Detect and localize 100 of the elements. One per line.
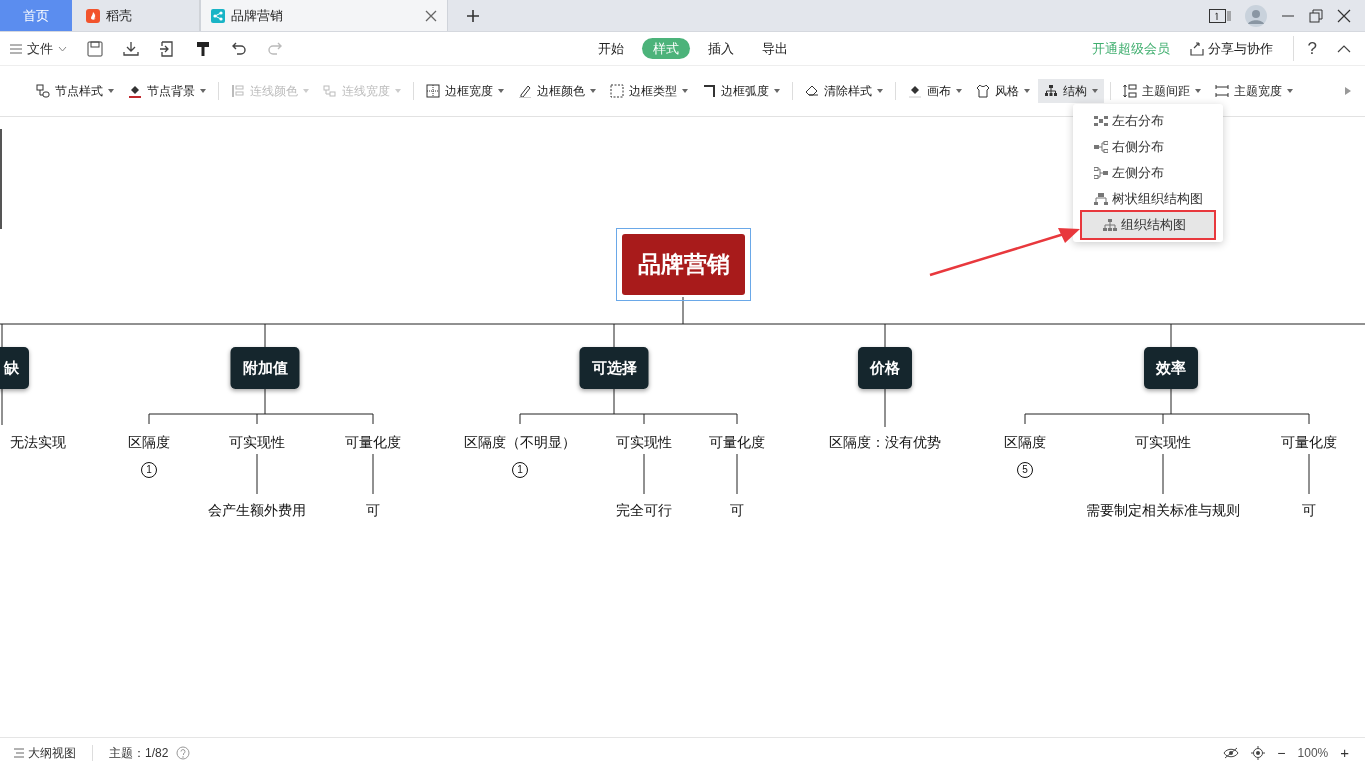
layout-icon <box>1094 115 1108 127</box>
topic-label[interactable]: 需要制定相关标准与规则 <box>1086 499 1240 521</box>
share-button[interactable]: 分享与协作 <box>1189 38 1273 59</box>
help-button[interactable]: ? <box>1292 35 1317 62</box>
caret-icon <box>108 89 114 93</box>
topic-label[interactable]: 可量化度 <box>709 431 765 453</box>
share-nodes-icon <box>211 8 225 23</box>
menu-tab[interactable]: 开始 <box>588 38 634 59</box>
toolbar-button[interactable]: 边框类型 <box>604 79 694 103</box>
topic-label[interactable]: 可 <box>366 499 380 521</box>
toolbar-button[interactable]: 主题间距 <box>1117 79 1207 103</box>
caret-icon <box>200 89 206 93</box>
outline-view-button[interactable]: 大纲视图 <box>14 744 76 762</box>
menu-item[interactable]: 组织结构图 <box>1082 212 1214 238</box>
add-tab-icon[interactable] <box>466 8 480 23</box>
menu-icon <box>10 43 22 54</box>
toolbar-button[interactable]: 主题宽度 <box>1209 79 1299 103</box>
flame-icon <box>86 8 100 23</box>
menu-item[interactable]: 左右分布 <box>1073 108 1223 134</box>
toolbar-button[interactable]: 边框颜色 <box>512 79 602 103</box>
topic-label[interactable]: 会产生额外费用 <box>208 499 306 521</box>
restore-icon[interactable] <box>1309 8 1323 23</box>
file-menu-button[interactable]: 文件 <box>10 38 67 59</box>
caret-icon <box>395 89 401 93</box>
save-icon[interactable] <box>87 40 103 57</box>
more-icon[interactable] <box>1345 87 1351 95</box>
tool-icon <box>908 84 922 98</box>
menu-tab[interactable]: 插入 <box>698 38 744 59</box>
locate-icon[interactable] <box>1251 746 1266 760</box>
undo-icon[interactable] <box>231 40 247 57</box>
hide-icon[interactable] <box>1223 747 1240 759</box>
topic-count: 主题：1/82 <box>109 745 169 762</box>
branch-node[interactable]: 价格 <box>858 347 912 389</box>
menu-tab[interactable]: 导出 <box>752 38 798 59</box>
toolbar-button[interactable]: 节点背景 <box>122 79 212 103</box>
tool-icon <box>1215 84 1229 98</box>
topic-label[interactable]: 可 <box>1302 499 1316 521</box>
zoom-in-button[interactable]: + <box>1340 741 1349 765</box>
close-icon[interactable] <box>425 9 437 22</box>
menu-item[interactable]: 左侧分布 <box>1073 160 1223 186</box>
branch-node[interactable]: 效率 <box>1144 347 1198 389</box>
connector-line <box>736 453 738 495</box>
connector-line <box>1308 453 1310 495</box>
toolbar-button[interactable]: 风格 <box>970 79 1036 103</box>
topic-label[interactable]: 完全可行 <box>616 499 672 521</box>
format-painter-icon[interactable] <box>195 40 211 57</box>
branch-node[interactable]: 附加值 <box>230 347 300 389</box>
caret-icon <box>303 89 309 93</box>
topic-label[interactable]: 区隔度：没有优势 <box>829 431 941 453</box>
topic-label[interactable]: 可实现性 <box>1135 431 1191 453</box>
download-icon[interactable] <box>123 40 139 57</box>
caret-icon <box>1024 89 1030 93</box>
layout-icon <box>1094 141 1108 153</box>
tool-icon <box>426 84 440 98</box>
zoom-out-button[interactable]: − <box>1277 742 1286 764</box>
caret-icon <box>1195 89 1201 93</box>
menu-item[interactable]: 右侧分布 <box>1073 134 1223 160</box>
zoom-level: 100% <box>1297 745 1329 762</box>
tool-icon <box>976 84 990 98</box>
toolbar-button[interactable]: 画布 <box>902 79 968 103</box>
caret-icon <box>1287 89 1293 93</box>
collapse-icon[interactable] <box>1337 43 1351 54</box>
tool-icon <box>702 84 716 98</box>
connector-line <box>1 388 3 426</box>
tab[interactable]: 品牌营销 <box>200 0 448 31</box>
menu-item[interactable]: 树状组织结构图 <box>1073 186 1223 212</box>
layout-icon <box>1103 219 1117 231</box>
connector-line <box>884 388 886 428</box>
caret-icon <box>877 89 883 93</box>
topic-label[interactable]: 可量化度 <box>1281 431 1337 453</box>
toolbar-button[interactable]: 清除样式 <box>799 79 889 103</box>
tool-icon <box>323 84 337 98</box>
topic-label[interactable]: 区隔度 <box>128 431 170 453</box>
tool-icon <box>1123 84 1137 98</box>
connector-line <box>256 453 258 495</box>
branch-node[interactable]: 缺 <box>0 347 29 389</box>
close-icon[interactable] <box>1337 8 1351 23</box>
toolbar-button[interactable]: 节点样式 <box>30 79 120 103</box>
topic-label[interactable]: 可实现性 <box>616 431 672 453</box>
topic-label[interactable]: 可量化度 <box>345 431 401 453</box>
topic-label[interactable]: 可 <box>730 499 744 521</box>
topic-label[interactable]: 区隔度 <box>1004 431 1046 453</box>
toolbar-button[interactable]: 边框宽度 <box>420 79 510 103</box>
topic-label[interactable]: 区隔度（不明显） <box>464 431 576 453</box>
layout-icon <box>1094 193 1108 205</box>
topic-label[interactable]: 可实现性 <box>229 431 285 453</box>
caret-icon <box>774 89 780 93</box>
caret-icon <box>956 89 962 93</box>
list-icon <box>14 748 24 758</box>
topic-label[interactable]: 无法实现 <box>10 431 66 453</box>
tool-icon <box>518 84 532 98</box>
tool-icon <box>1044 84 1058 98</box>
tool-icon <box>231 84 245 98</box>
toolbar-button[interactable]: 结构 <box>1038 79 1104 103</box>
toolbar-button[interactable]: 边框弧度 <box>696 79 786 103</box>
window-count-icon[interactable] <box>1209 8 1231 23</box>
export-icon[interactable] <box>159 40 175 57</box>
branch-node[interactable]: 可选择 <box>579 347 649 389</box>
root-node[interactable]: 品牌营销 <box>622 234 745 295</box>
connector-line <box>372 453 374 495</box>
